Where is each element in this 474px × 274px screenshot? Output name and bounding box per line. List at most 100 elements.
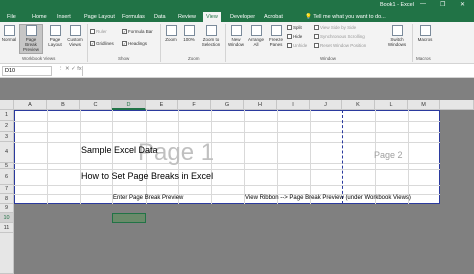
ribbon-view: Normal Page Break Preview Page Layout Cu… bbox=[0, 22, 474, 64]
zoom-button[interactable]: Zoom bbox=[163, 25, 179, 42]
ruler-checkbox[interactable]: Ruler bbox=[90, 29, 107, 35]
gridline bbox=[277, 110, 278, 204]
column-header-e[interactable]: E bbox=[146, 100, 178, 110]
group-divider bbox=[412, 24, 413, 62]
tab-insert[interactable]: Insert bbox=[55, 13, 73, 21]
maximize-button[interactable]: ❐ bbox=[440, 1, 445, 8]
column-header-m[interactable]: M bbox=[408, 100, 440, 110]
column-header-i[interactable]: I bbox=[277, 100, 310, 110]
tab-acrobat[interactable]: Acrobat bbox=[262, 13, 285, 21]
gridline bbox=[112, 110, 113, 204]
row-header-6[interactable]: 6 bbox=[0, 169, 14, 185]
gridline bbox=[310, 110, 311, 204]
window-group-label: Window bbox=[320, 56, 337, 61]
row-header-1[interactable]: 1 bbox=[0, 110, 14, 121]
gridline bbox=[14, 169, 440, 170]
window-title: Book1 - Excel bbox=[380, 2, 414, 8]
page-break-line[interactable] bbox=[342, 110, 343, 204]
zoom-100-button[interactable]: 100% bbox=[181, 25, 197, 42]
row-header-10[interactable]: 10 bbox=[0, 213, 14, 223]
row-header-4[interactable]: 4 bbox=[0, 142, 14, 163]
page-break-preview-icon bbox=[25, 25, 37, 36]
column-header-j[interactable]: J bbox=[310, 100, 342, 110]
column-header-h[interactable]: H bbox=[244, 100, 277, 110]
tab-data[interactable]: Data bbox=[152, 13, 168, 21]
column-header-f[interactable]: F bbox=[178, 100, 211, 110]
formula-bar: D10 ⋮ ✕ ✓ fx bbox=[0, 64, 474, 78]
tab-developer[interactable]: Developer bbox=[228, 13, 257, 21]
new-window-button[interactable]: New Window bbox=[227, 25, 245, 47]
row-header-11[interactable]: 11 bbox=[0, 223, 14, 233]
tell-me-search[interactable]: 💡 Tell me what you want to do... bbox=[303, 13, 388, 21]
normal-view-icon bbox=[3, 25, 15, 36]
zoom-to-selection-button[interactable]: Zoom to Selection bbox=[199, 25, 223, 47]
row-header-7[interactable]: 7 bbox=[0, 185, 14, 194]
select-all-corner[interactable] bbox=[0, 100, 14, 110]
column-header-k[interactable]: K bbox=[342, 100, 375, 110]
row-header-9[interactable]: 9 bbox=[0, 204, 14, 213]
macros-button[interactable]: Macros bbox=[415, 25, 435, 42]
formula-input[interactable] bbox=[82, 66, 472, 76]
unhide-button[interactable]: Unhide bbox=[287, 43, 307, 49]
tab-formulas[interactable]: Formulas bbox=[120, 13, 147, 21]
selected-cell-d10[interactable] bbox=[112, 213, 146, 223]
gridline bbox=[14, 132, 440, 133]
tab-page-layout[interactable]: Page Layout bbox=[82, 13, 117, 21]
column-header-a[interactable]: A bbox=[14, 100, 47, 110]
cell-h8[interactable]: View Ribbon --> Page Break Preview (unde… bbox=[245, 195, 411, 201]
gridline bbox=[14, 142, 440, 143]
custom-views-icon bbox=[69, 25, 81, 36]
hide-button[interactable]: Hide bbox=[287, 34, 302, 40]
gridline bbox=[14, 185, 440, 186]
group-divider bbox=[87, 24, 88, 62]
reset-window-position-button[interactable]: Reset Window Position bbox=[314, 43, 366, 49]
arrange-all-button[interactable]: Arrange All bbox=[247, 25, 265, 47]
hide-icon bbox=[287, 34, 292, 40]
zoom-selection-icon bbox=[205, 25, 217, 36]
zoom-group-label: Zoom bbox=[188, 56, 200, 61]
column-header-b[interactable]: B bbox=[47, 100, 80, 110]
name-box[interactable]: D10 bbox=[2, 66, 52, 76]
formula-bar-checkbox[interactable]: ✓ Formula Bar bbox=[122, 29, 153, 35]
minimize-button[interactable]: — bbox=[420, 1, 426, 7]
tab-view[interactable]: View bbox=[203, 12, 221, 22]
split-button[interactable]: Split bbox=[287, 25, 302, 31]
freeze-panes-button[interactable]: Freeze Panes bbox=[267, 25, 285, 47]
sync-scroll-icon bbox=[314, 34, 319, 40]
column-header-n[interactable] bbox=[440, 100, 474, 110]
view-side-by-side-button[interactable]: View Side by Side bbox=[314, 25, 356, 31]
group-divider bbox=[160, 24, 161, 62]
column-header-g[interactable]: G bbox=[211, 100, 244, 110]
switch-windows-icon bbox=[391, 25, 403, 36]
gridline bbox=[14, 163, 440, 164]
headings-checkbox[interactable]: ✓ Headings bbox=[122, 41, 147, 47]
close-button[interactable]: ✕ bbox=[460, 1, 465, 8]
magnifier-icon bbox=[165, 25, 177, 36]
custom-views-button[interactable]: Custom Views bbox=[66, 25, 84, 47]
zoom-100-icon bbox=[183, 25, 195, 36]
tab-review[interactable]: Review bbox=[176, 13, 198, 21]
column-header-c[interactable]: C bbox=[80, 100, 112, 110]
formula-bar-icons[interactable]: ⋮ ✕ ✓ fx bbox=[58, 66, 82, 72]
macros-group-label: Macros bbox=[416, 56, 431, 61]
row-header-empty bbox=[0, 233, 14, 274]
row-header-8[interactable]: 8 bbox=[0, 194, 14, 204]
gridlines-checkbox[interactable]: ✓ Gridlines bbox=[90, 41, 114, 47]
page-layout-icon bbox=[49, 25, 61, 36]
normal-view-button[interactable]: Normal bbox=[1, 25, 17, 42]
group-divider bbox=[225, 24, 226, 62]
row-header-2[interactable]: 2 bbox=[0, 121, 14, 132]
switch-windows-button[interactable]: Switch Windows bbox=[385, 25, 409, 47]
page-layout-view-button[interactable]: Page Layout bbox=[46, 25, 64, 47]
cell-d4[interactable]: Sample Excel Data bbox=[81, 145, 158, 155]
tab-home[interactable]: Home bbox=[30, 13, 49, 21]
cell-d8[interactable]: Enter Page Break Preview bbox=[113, 195, 183, 201]
column-header-l[interactable]: L bbox=[375, 100, 408, 110]
gridline bbox=[244, 110, 245, 204]
tab-file[interactable]: File bbox=[5, 13, 18, 21]
page-break-preview-button[interactable]: Page Break Preview bbox=[19, 24, 43, 54]
synchronous-scrolling-button[interactable]: Synchronous Scrolling bbox=[314, 34, 365, 40]
cell-d6[interactable]: How to Set Page Breaks in Excel bbox=[81, 171, 213, 181]
row-header-3[interactable]: 3 bbox=[0, 132, 14, 142]
column-header-d[interactable]: D bbox=[112, 100, 146, 110]
